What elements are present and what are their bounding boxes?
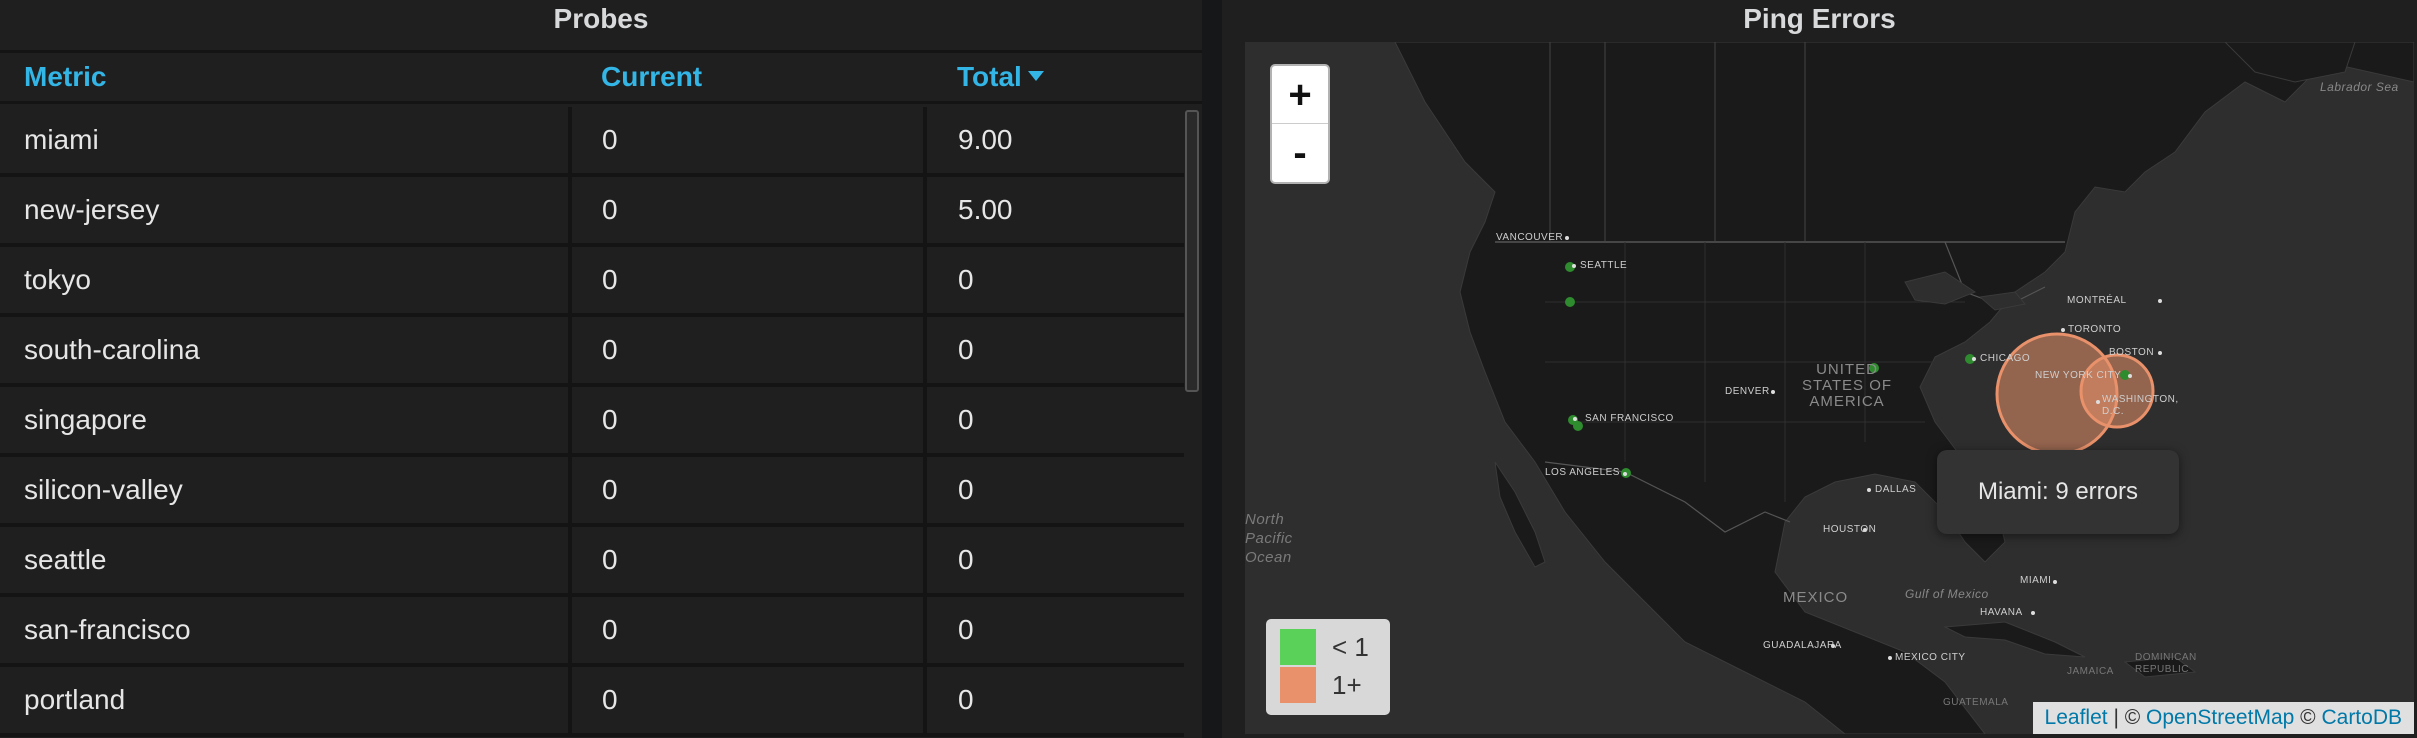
metric-cell: new-jersey [24,194,160,225]
probes-panel: Probes Metric Current Total miami 0 9.00… [0,0,1202,738]
zoom-out-button[interactable]: - [1272,124,1328,182]
legend-item: 1+ [1280,667,1380,703]
map-label-guatemala: GUATEMALA [1943,697,2009,708]
map-label-mexico: MEXICO [1783,589,1849,606]
table-row: miami 0 9.00 [0,107,1184,177]
map-label-dallas: DALLAS [1875,484,1917,495]
metric-cell: silicon-valley [24,474,183,505]
metric-cell: portland [24,684,126,715]
legend-swatch-error [1280,667,1316,703]
total-cell: 0 [958,614,974,645]
marker-tooltip: Miami: 9 errors [1937,450,2179,534]
ping-errors-panel-title: Ping Errors [1743,3,1896,34]
map-label-mexico-city: MEXICO CITY [1895,652,1966,663]
current-cell: 0 [602,264,618,295]
column-header-total-label: Total [957,61,1022,92]
legend-item: < 1 [1280,629,1380,665]
map-label-vancouver: VANCOUVER [1496,232,1564,243]
total-cell: 9.00 [958,124,1013,155]
current-cell: 0 [602,194,618,225]
total-cell: 0 [958,544,974,575]
total-cell: 0 [958,264,974,295]
table-row: new-jersey 0 5.00 [0,177,1184,247]
table-row: seattle 0 0 [0,527,1184,597]
openstreetmap-link[interactable]: OpenStreetMap [2146,706,2294,729]
map-label-pacific: North Pacific Ocean [1245,511,1293,566]
current-cell: 0 [602,614,618,645]
table-row: silicon-valley 0 0 [0,457,1184,527]
attribution-copy: © [2294,706,2322,729]
cartodb-link[interactable]: CartoDB [2321,706,2402,729]
table-row: tokyo 0 0 [0,247,1184,317]
column-header-total[interactable]: Total [957,53,1044,101]
map-label-seattle: SEATTLE [1580,260,1628,271]
map-label-los-angeles: LOS ANGELES [1545,467,1620,478]
metric-cell: miami [24,124,99,155]
metric-cell: south-carolina [24,334,200,365]
zoom-in-button[interactable]: + [1272,66,1328,124]
legend-label: < 1 [1332,632,1369,662]
map-label-denver: DENVER [1725,386,1770,397]
map-legend: < 1 1+ [1266,619,1390,715]
table-row: south-carolina 0 0 [0,317,1184,387]
sort-desc-icon [1027,70,1044,81]
metric-cell: san-francisco [24,614,191,645]
zoom-control: + - [1270,64,1330,184]
map-label-boston: BOSTON [2109,347,2155,358]
table-scrollbar[interactable] [1185,110,1199,392]
map-label-dominican: DOMINICAN REPUBLIC [2135,652,2197,675]
map-label-gulf: Gulf of Mexico [1905,587,1989,601]
metric-cell: singapore [24,404,147,435]
total-cell: 0 [958,334,974,365]
map-label-chicago: CHICAGO [1980,353,2031,364]
total-cell: 5.00 [958,194,1013,225]
map-label-montreal: MONTRÉAL [2067,295,2127,306]
column-header-current[interactable]: Current [601,53,702,101]
map-label-miami: MIAMI [2020,575,2052,586]
table-body: miami 0 9.00 new-jersey 0 5.00 tokyo 0 0… [0,107,1184,737]
legend-label: 1+ [1332,670,1362,700]
table-row: singapore 0 0 [0,387,1184,457]
total-cell: 0 [958,684,974,715]
legend-swatch-ok [1280,629,1316,665]
map-label-washington: WASHINGTON, D.C. [2102,394,2179,417]
total-cell: 0 [958,474,974,505]
total-cell: 0 [958,404,974,435]
map-label-usa: UNITED STATES OF AMERICA [1801,361,1893,410]
current-cell: 0 [602,124,618,155]
map-label-toronto: TORONTO [2068,324,2122,335]
map-label-guadalajara: GUADALAJARA [1763,640,1842,651]
table-row: san-francisco 0 0 [0,597,1184,667]
current-cell: 0 [602,334,618,365]
current-cell: 0 [602,404,618,435]
ping-errors-map[interactable]: VANCOUVER SEATTLE SAN FRANCISCO LOS ANGE… [1245,42,2414,734]
map-label-labrador: Labrador Sea [2320,80,2399,94]
map-label-san-francisco: SAN FRANCISCO [1585,413,1674,424]
map-label-jamaica: JAMAICA [2067,666,2114,677]
table-header: Metric Current Total [0,50,1202,104]
current-cell: 0 [602,544,618,575]
map-attribution: Leaflet | © OpenStreetMap © CartoDB [2032,702,2414,734]
map-label-havana: HAVANA [1980,607,2023,618]
map-label-houston: HOUSTON [1823,524,1877,535]
metric-cell: tokyo [24,264,91,295]
current-cell: 0 [602,474,618,505]
table-row: portland 0 0 [0,667,1184,737]
column-header-metric[interactable]: Metric [24,53,106,101]
leaflet-link[interactable]: Leaflet [2045,706,2108,729]
attribution-separator: | © [2107,706,2147,729]
probes-panel-title: Probes [553,3,649,34]
current-cell: 0 [602,684,618,715]
map-label-new-york: NEW YORK CITY [2035,370,2122,381]
metric-cell: seattle [24,544,107,575]
